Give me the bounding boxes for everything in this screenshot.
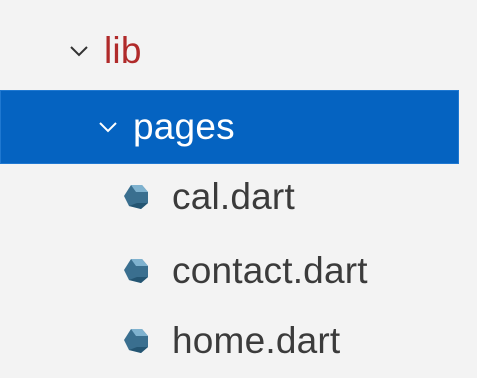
tree-item-contact-dart[interactable]: contact.dart (0, 234, 477, 308)
tree-item-pages[interactable]: pages (0, 90, 459, 164)
dart-file-icon (122, 257, 150, 285)
chevron-down-icon[interactable] (68, 40, 90, 62)
tree-item-label: home.dart (172, 320, 341, 361)
chevron-down-icon[interactable] (97, 116, 119, 138)
tree-item-label: contact.dart (172, 250, 368, 291)
tree-item-label: cal.dart (172, 176, 295, 217)
tree-item-home-dart[interactable]: home.dart (0, 304, 477, 378)
dart-file-icon (122, 183, 150, 211)
tree-item-lib[interactable]: lib (0, 14, 477, 88)
tree-item-cal-dart[interactable]: cal.dart (0, 160, 477, 234)
file-explorer-tree: lib pages cal.dart contact.dart home.dar… (0, 0, 477, 378)
dart-file-icon (122, 327, 150, 355)
tree-item-label: lib (104, 30, 142, 71)
tree-item-label: pages (133, 106, 235, 147)
